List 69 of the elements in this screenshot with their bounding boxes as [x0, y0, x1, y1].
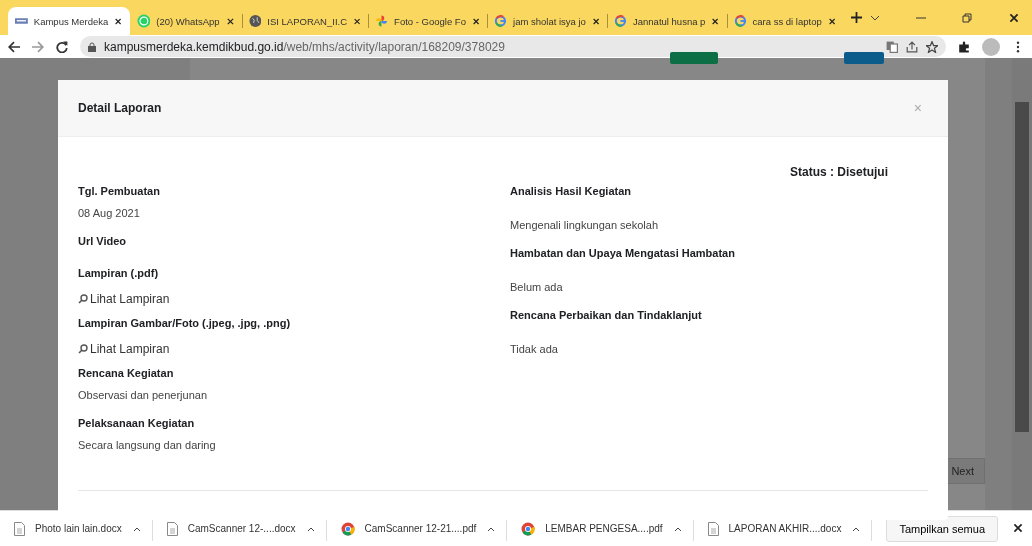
- field-label: Tgl. Pembuatan: [78, 185, 161, 199]
- status-text: Status : Disetujui: [790, 165, 888, 179]
- url-text: kampusmerdeka.kemdikbud.go.id/web/mhs/activity/laporan/168209/378029: [104, 39, 505, 54]
- view-attachment-link[interactable]: Lihat Lampiran: [78, 287, 510, 311]
- new-tab-icon[interactable]: [851, 12, 862, 23]
- field-value: Tidak ada: [510, 343, 559, 357]
- field-label: Rencana Kegiatan: [78, 367, 175, 381]
- site-logo-icon: [15, 17, 28, 25]
- reload-icon[interactable]: [56, 40, 68, 53]
- field-value: 08 Aug 2021: [78, 207, 141, 221]
- chrome-logo-icon: [521, 521, 536, 536]
- pinwheel-icon: [375, 14, 389, 28]
- dialog-title: Detail Laporan: [78, 101, 163, 115]
- scrollbar[interactable]: [1012, 58, 1032, 510]
- close-tab-icon[interactable]: [711, 16, 720, 26]
- document-icon: [14, 521, 25, 536]
- close-tab-icon[interactable]: [827, 16, 836, 26]
- close-icon[interactable]: [1012, 521, 1024, 534]
- close-tab-icon[interactable]: [471, 16, 481, 26]
- download-item[interactable]: CamScanner 12-21....pdf: [326, 516, 508, 541]
- field-label: Hambatan dan Upaya Mengatasi Hambatan: [510, 247, 736, 261]
- close-tab-icon[interactable]: [114, 16, 123, 26]
- close-tab-icon[interactable]: [225, 16, 235, 26]
- field-label: Rencana Perbaikan dan Tindaklanjut: [510, 309, 703, 323]
- browser-tab[interactable]: (20) WhatsApp: [129, 7, 242, 35]
- field-label: Url Video: [78, 235, 128, 249]
- field-label: Analisis Hasil Kegiatan: [510, 185, 633, 199]
- field-label: Lampiran (.pdf): [78, 267, 160, 281]
- field-value: Belum ada: [510, 281, 564, 295]
- view-attachment-link[interactable]: Lihat Lampiran: [78, 337, 510, 361]
- magnifier-icon: [78, 344, 88, 354]
- address-bar[interactable]: kampusmerdeka.kemdikbud.go.id/web/mhs/activity/laporan/168209/378029: [80, 36, 946, 57]
- chrome-logo-icon: [340, 521, 355, 536]
- close-tab-icon[interactable]: [353, 16, 362, 26]
- download-item[interactable]: CamScanner 12-....docx: [152, 516, 327, 541]
- browser-tab[interactable]: jam sholat isya jo: [487, 7, 608, 35]
- puzzle-icon[interactable]: [958, 40, 970, 53]
- browser-tab[interactable]: Kampus Merdeka: [8, 7, 130, 35]
- document-icon: [166, 521, 178, 536]
- back-icon[interactable]: [8, 40, 20, 53]
- restore-icon[interactable]: [962, 12, 972, 23]
- download-item[interactable]: LEMBAR PENGESA....pdf: [507, 516, 694, 541]
- browser-tab[interactable]: ISI LAPORAN_II.C: [241, 7, 369, 35]
- forward-icon[interactable]: [32, 40, 44, 53]
- download-item[interactable]: LAPORAN AKHIR....docx: [693, 516, 873, 541]
- chat-bubble-icon: [136, 14, 151, 28]
- browser-tab[interactable]: cara ss di laptop: [726, 7, 843, 35]
- field-value: Mengenali lingkungan sekolah: [510, 219, 659, 233]
- field-value: Observasi dan penerjunan: [78, 389, 209, 403]
- google-logo-icon: [614, 14, 627, 28]
- download-item[interactable]: Photo lain lain.docx: [0, 516, 153, 541]
- field-label: Lampiran Gambar/Foto (.jpeg, .jpg, .png): [78, 317, 292, 331]
- close-tab-icon[interactable]: [591, 16, 601, 26]
- status-badge: [670, 52, 718, 64]
- close-icon[interactable]: [1008, 11, 1020, 24]
- globe-icon: [248, 14, 262, 28]
- scrollbar-thumb[interactable]: [1015, 102, 1029, 432]
- field-label: Pelaksanaan Kegiatan: [78, 417, 196, 431]
- browser-tab[interactable]: Jannatul husna p: [607, 7, 727, 35]
- magnifier-icon: [78, 294, 88, 304]
- google-logo-icon: [494, 14, 508, 28]
- share-icon[interactable]: [906, 40, 918, 53]
- translate-icon[interactable]: [886, 40, 898, 53]
- lock-icon: [88, 41, 96, 52]
- star-icon[interactable]: [926, 40, 938, 53]
- browser-tab[interactable]: Foto - Google Fo: [368, 7, 488, 35]
- field-value: Secara langsung dan daring: [78, 439, 217, 453]
- google-logo-icon: [733, 14, 747, 28]
- document-icon: [707, 521, 719, 536]
